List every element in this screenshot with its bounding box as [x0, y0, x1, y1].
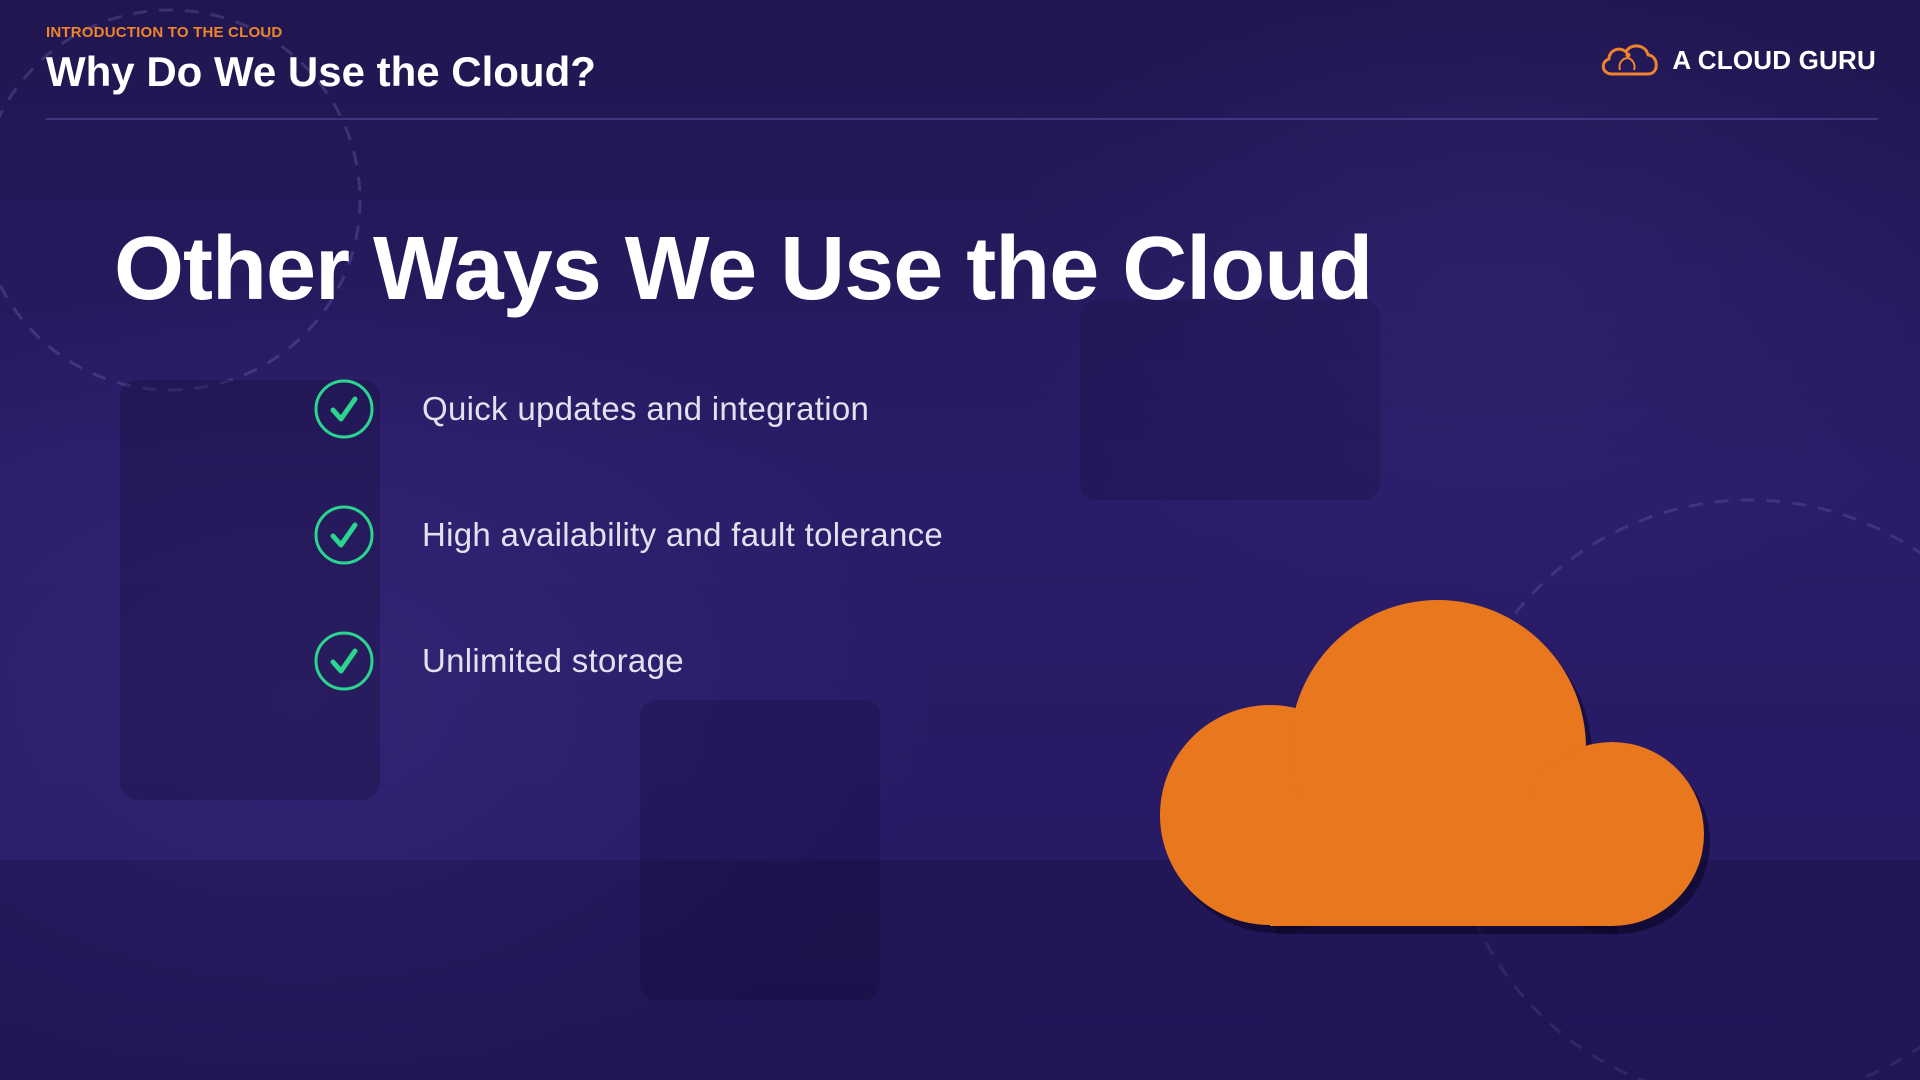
- bullet-label: Unlimited storage: [422, 642, 684, 679]
- section-eyebrow: INTRODUCTION TO THE CLOUD: [46, 24, 283, 41]
- header-divider: [46, 118, 1878, 120]
- list-item: Quick updates and integration: [314, 378, 943, 440]
- brand-name: A CLOUD GURU: [1672, 44, 1876, 75]
- check-circle-icon: [314, 379, 374, 439]
- check-circle-icon: [314, 631, 374, 691]
- check-circle-icon: [314, 505, 374, 565]
- cloud-guru-logo-icon: [1602, 44, 1659, 76]
- bullet-label: Quick updates and integration: [422, 390, 870, 427]
- page-title: Why Do We Use the Cloud?: [46, 48, 596, 95]
- bullet-label: High availability and fault tolerance: [422, 516, 944, 553]
- main-heading: Other Ways We Use the Cloud: [114, 219, 1373, 319]
- list-item: High availability and fault tolerance: [314, 504, 943, 566]
- brand: A CLOUD GURU: [1598, 40, 1876, 80]
- cloud-icon: [1160, 600, 1710, 934]
- list-item: Unlimited storage: [314, 630, 943, 692]
- bullet-list: Quick updates and integration High avail…: [314, 378, 943, 756]
